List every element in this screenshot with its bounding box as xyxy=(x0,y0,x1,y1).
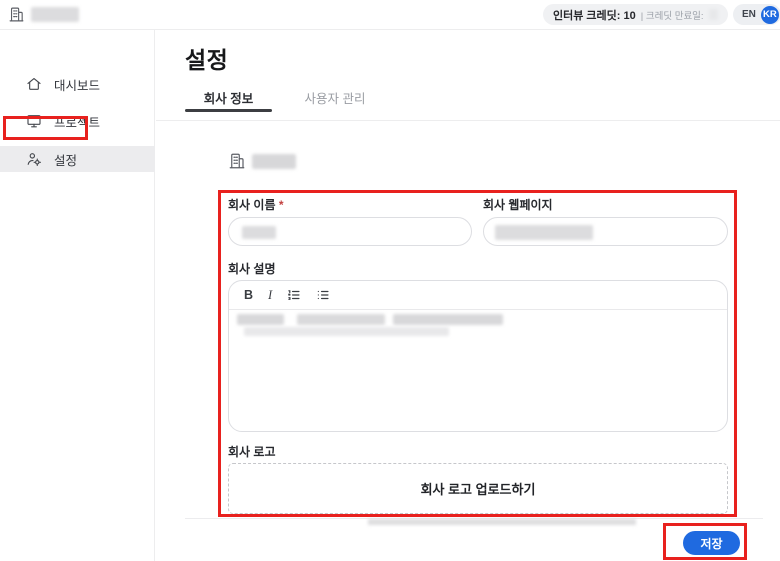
sidebar-item-label: 설정 xyxy=(54,150,77,169)
description-text-redacted xyxy=(297,314,385,325)
ordered-list-icon[interactable] xyxy=(287,288,301,302)
language-en-button[interactable]: EN xyxy=(742,9,756,20)
tab-company-info[interactable]: 회사 정보 xyxy=(185,88,272,107)
language-kr-button[interactable]: KR xyxy=(761,6,779,24)
bold-icon[interactable]: B xyxy=(244,289,253,302)
language-toggle: EN KR xyxy=(733,4,780,25)
save-button[interactable]: 저장 xyxy=(683,531,740,555)
credits-count: 인터뷰 크레딧: 10 xyxy=(553,7,636,23)
editor-toolbar: B I xyxy=(229,281,727,310)
page-title: 설정 xyxy=(185,41,228,75)
top-header: 인터뷰 크레딧: 10 | 크레딧 만료일: EN KR xyxy=(0,0,780,30)
settings-page: 인터뷰 크레딧: 10 | 크레딧 만료일: EN KR 대시보드 xyxy=(0,0,780,561)
bullet-list-icon[interactable] xyxy=(316,288,330,302)
active-tab-underline xyxy=(185,109,272,112)
company-name-redacted xyxy=(252,154,296,169)
app-logo[interactable] xyxy=(8,5,79,23)
description-text-redacted xyxy=(244,327,449,336)
sidebar-item-label: 프로젝트 xyxy=(54,112,100,131)
company-logo-label: 회사 로고 xyxy=(228,443,276,460)
company-webpage-input[interactable] xyxy=(483,217,728,246)
credits-badge: 인터뷰 크레딧: 10 | 크레딧 만료일: xyxy=(543,4,728,25)
monitor-icon xyxy=(26,113,42,129)
company-identity xyxy=(228,152,296,170)
required-asterisk: * xyxy=(279,198,284,212)
description-text-redacted xyxy=(237,314,284,325)
sidebar-item-dashboard[interactable]: 대시보드 xyxy=(0,71,155,97)
description-text-redacted xyxy=(393,314,503,325)
logo-upload-dropzone[interactable]: 회사 로고 업로드하기 xyxy=(228,463,728,514)
building-icon xyxy=(228,152,246,170)
user-gear-icon xyxy=(26,151,42,167)
credits-expiry-label: | 크레딧 만료일: xyxy=(641,8,704,22)
company-name-input[interactable] xyxy=(228,217,472,246)
upload-helper-text-redacted xyxy=(368,519,636,525)
company-name-label: 회사 이름 * xyxy=(228,196,284,213)
sidebar: 대시보드 프로젝트 설정 ‹ xyxy=(0,30,155,561)
sidebar-item-projects[interactable]: 프로젝트 xyxy=(0,108,155,134)
logo-text-redacted xyxy=(31,7,79,22)
building-icon xyxy=(8,6,25,23)
tabs-divider xyxy=(156,120,780,121)
company-name-value-redacted xyxy=(242,226,276,239)
italic-icon[interactable]: I xyxy=(268,289,272,302)
company-description-label: 회사 설명 xyxy=(228,260,276,277)
tab-user-management[interactable]: 사용자 관리 xyxy=(300,88,370,107)
sidebar-item-label: 대시보드 xyxy=(54,75,100,94)
company-webpage-label: 회사 웹페이지 xyxy=(483,196,553,213)
home-icon xyxy=(26,76,42,92)
company-description-editor[interactable]: B I xyxy=(228,280,728,432)
credits-expiry-date-redacted xyxy=(709,9,718,20)
sidebar-item-settings[interactable]: 설정 xyxy=(0,146,155,172)
company-webpage-value-redacted xyxy=(495,225,593,240)
logo-upload-label: 회사 로고 업로드하기 xyxy=(421,479,536,498)
